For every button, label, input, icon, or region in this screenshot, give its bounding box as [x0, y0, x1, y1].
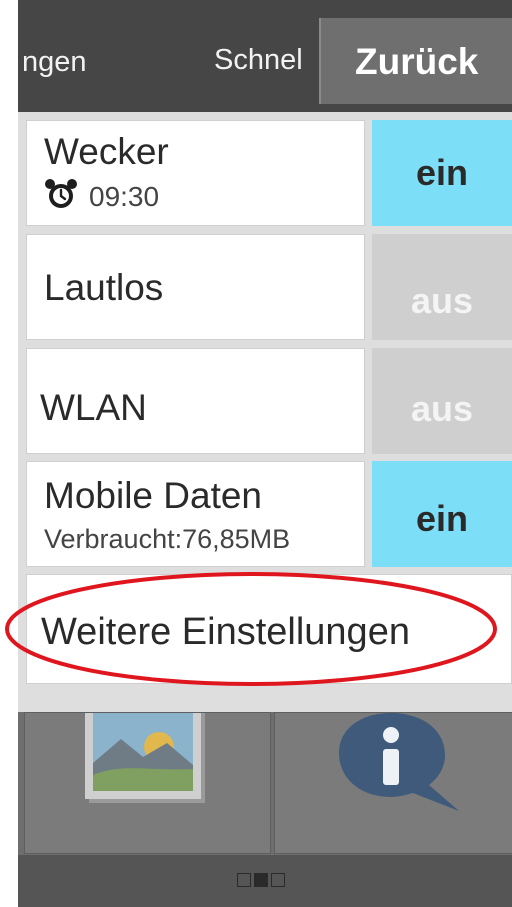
title-bar: ngen Schnel Zurück: [18, 0, 512, 112]
page-dot-1: [237, 873, 251, 887]
wlan-toggle-state: aus: [410, 388, 474, 429]
mobile-data-toggle-state: ein: [415, 498, 468, 539]
alarm-row[interactable]: Wecker 09:30: [26, 120, 365, 226]
back-button[interactable]: Zurück: [319, 18, 512, 104]
alarm-time: 09:30: [89, 181, 160, 212]
mobile-data-toggle[interactable]: ein: [372, 461, 512, 567]
highlight-ellipse: [5, 572, 497, 686]
gallery-tile[interactable]: [24, 712, 271, 854]
tab-settings-partial[interactable]: ngen: [22, 46, 87, 79]
wlan-row[interactable]: WLAN: [26, 348, 365, 454]
silent-row[interactable]: Lautlos: [26, 234, 365, 340]
alarm-clock-icon: [45, 179, 77, 208]
back-button-label: Zurück: [355, 41, 479, 82]
page-dot-3: [271, 873, 285, 887]
page-indicator[interactable]: [237, 873, 288, 889]
alarm-toggle[interactable]: ein: [372, 120, 512, 226]
phone-screen: ngen Schnel Zurück Wecker 09:30 ein Laut…: [18, 0, 512, 907]
mobile-data-label: Mobile Daten: [44, 475, 263, 516]
wlan-label: WLAN: [40, 387, 147, 428]
info-icon: [339, 713, 459, 811]
bottom-bar: [18, 855, 512, 907]
silent-toggle[interactable]: aus: [372, 234, 512, 340]
silent-toggle-state: aus: [410, 280, 474, 321]
gallery-icon: [85, 713, 205, 803]
info-tile[interactable]: [274, 712, 512, 854]
mobile-data-row[interactable]: Mobile Daten Verbraucht:76,85MB: [26, 461, 365, 567]
page-dot-2: [254, 873, 268, 887]
silent-label: Lautlos: [44, 267, 164, 308]
wlan-toggle[interactable]: aus: [372, 348, 512, 454]
tab-quick-partial[interactable]: Schnel: [214, 44, 303, 77]
mobile-data-usage: Verbraucht:76,85MB: [44, 524, 291, 554]
alarm-toggle-state: ein: [415, 152, 468, 193]
alarm-label: Wecker: [44, 131, 169, 172]
